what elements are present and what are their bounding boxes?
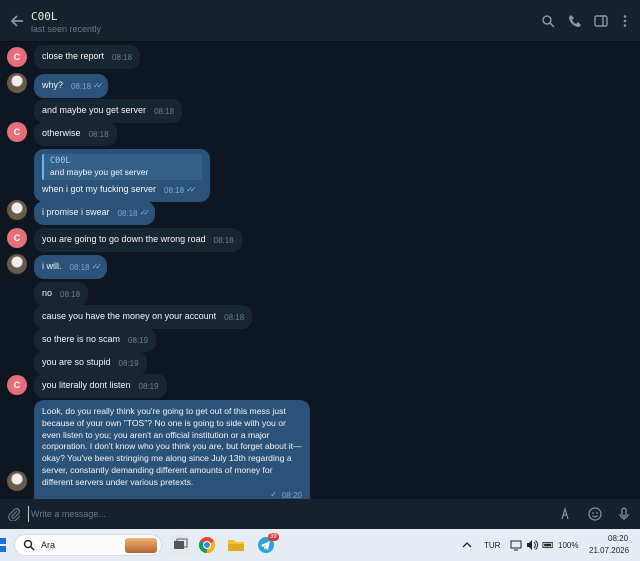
file-explorer-icon[interactable] xyxy=(226,535,246,555)
avatar[interactable] xyxy=(7,200,27,220)
message-text: you literally dont listen xyxy=(42,380,131,390)
read-checkmark-icon: ✓✓ xyxy=(93,81,104,90)
message-text: no xyxy=(42,288,53,298)
message-text: cause you have the money on your account xyxy=(42,311,217,321)
message-text: and maybe you get server xyxy=(42,105,147,115)
language-indicator[interactable]: TUR xyxy=(484,541,500,550)
message-time: 08:18 xyxy=(60,290,81,299)
message-text: i will. xyxy=(42,261,62,271)
search-icon xyxy=(23,539,35,551)
taskbar-search-label: Ara xyxy=(41,540,56,550)
message-input[interactable] xyxy=(28,506,528,522)
paperclip-icon[interactable] xyxy=(7,507,21,521)
message[interactable]: cause you have the money on your account… xyxy=(34,305,253,329)
message-time: 08:18 xyxy=(69,263,90,272)
search-highlight-image xyxy=(125,538,157,553)
search-icon[interactable] xyxy=(541,14,555,28)
sidebar-toggle-icon[interactable] xyxy=(594,14,608,28)
clock-time[interactable]: 08:20 xyxy=(608,534,628,543)
windows-taskbar: Ara 39 TUR 100% 08:20 21.07.2026 xyxy=(0,529,640,561)
message-text: why? xyxy=(42,80,64,90)
read-checkmark-icon: ✓✓ xyxy=(139,208,151,217)
network-icon[interactable] xyxy=(510,539,522,551)
message[interactable]: otherwise 08:18 xyxy=(34,122,117,146)
message-time: 08:18 xyxy=(112,53,133,62)
message-time: 08:18 xyxy=(71,82,92,91)
message[interactable]: no 08:18 xyxy=(34,282,89,306)
message-time: 08:18 xyxy=(213,236,234,245)
message[interactable]: so there is no scam 08:19 xyxy=(34,328,157,352)
message[interactable]: C00L and maybe you get server when i got… xyxy=(34,149,210,202)
read-checkmark-icon: ✓✓ xyxy=(186,185,197,194)
chat-status: last seen recently xyxy=(31,24,102,34)
message-text: otherwise xyxy=(42,128,81,138)
avatar[interactable] xyxy=(7,471,27,491)
avatar[interactable] xyxy=(7,254,27,274)
telegram-unread-badge: 39 xyxy=(268,533,279,541)
message-time: 08:19 xyxy=(138,382,159,391)
message[interactable]: i will. 08:18 ✓✓ xyxy=(34,255,107,279)
message-time: 08:19 xyxy=(118,359,139,368)
reply-quote-text: and maybe you get server xyxy=(50,167,149,177)
message-text: when i got my fucking server xyxy=(42,184,157,194)
avatar[interactable]: C xyxy=(7,228,27,248)
message-time: 08:18 xyxy=(224,313,245,322)
back-arrow-icon[interactable] xyxy=(8,12,26,30)
message[interactable]: and maybe you get server 08:18 xyxy=(34,99,183,123)
chrome-icon[interactable] xyxy=(197,535,217,555)
avatar[interactable]: C xyxy=(7,375,27,395)
message[interactable]: why? 08:18 ✓✓ xyxy=(34,74,109,98)
microphone-icon[interactable] xyxy=(617,507,631,521)
chevron-up-icon[interactable] xyxy=(461,539,473,551)
message-time: 08:18 xyxy=(117,209,138,218)
message[interactable]: you are so stupid 08:19 xyxy=(34,351,147,375)
message-text: you are going to go down the wrong road xyxy=(42,234,206,244)
message-text: so there is no scam xyxy=(42,334,121,344)
battery-percent: 100% xyxy=(558,541,579,550)
avatar[interactable]: C xyxy=(7,47,27,67)
message-list[interactable]: C close the report 08:18 why? 08:18 ✓✓ and … xyxy=(0,42,640,508)
sticker-icon[interactable] xyxy=(558,507,572,521)
message-text: you are so stupid xyxy=(42,357,111,367)
avatar[interactable] xyxy=(7,73,27,93)
message[interactable]: close the report 08:18 xyxy=(34,45,141,69)
message[interactable]: you are going to go down the wrong road 0… xyxy=(34,228,242,252)
phone-call-icon[interactable] xyxy=(568,14,582,28)
composer xyxy=(0,499,640,529)
message-time: 08:18 xyxy=(164,186,185,195)
windows-start-icon[interactable] xyxy=(0,537,7,553)
taskbar-search[interactable]: Ara xyxy=(14,534,162,556)
message[interactable]: you literally dont listen 08:19 xyxy=(34,374,167,398)
battery-icon[interactable] xyxy=(542,539,554,551)
avatar[interactable]: C xyxy=(7,122,27,142)
volume-icon[interactable] xyxy=(526,539,538,551)
clock-date[interactable]: 21.07.2026 xyxy=(589,546,629,555)
reply-quote[interactable]: C00L and maybe you get server xyxy=(42,154,202,180)
chat-header: C00L last seen recently xyxy=(0,0,640,42)
message-time: 08:18 xyxy=(154,107,175,116)
message-text: Look, do you really think you're going t… xyxy=(42,406,302,487)
message-text: close the report xyxy=(42,51,105,61)
emoji-icon[interactable] xyxy=(588,507,602,521)
task-view-icon[interactable] xyxy=(170,535,190,555)
message[interactable]: Look, do you really think you're going t… xyxy=(34,400,310,508)
chat-title[interactable]: C00L xyxy=(31,10,58,23)
read-checkmark-icon: ✓✓ xyxy=(91,262,103,271)
message-time: 08:19 xyxy=(128,336,149,345)
message[interactable]: i promise i swear 08:18 ✓✓ xyxy=(34,201,155,225)
message-time: 08:18 xyxy=(88,130,109,139)
more-options-icon[interactable] xyxy=(618,14,632,28)
reply-quote-name: C00L xyxy=(50,156,71,166)
message-text: i promise i swear xyxy=(42,207,110,217)
